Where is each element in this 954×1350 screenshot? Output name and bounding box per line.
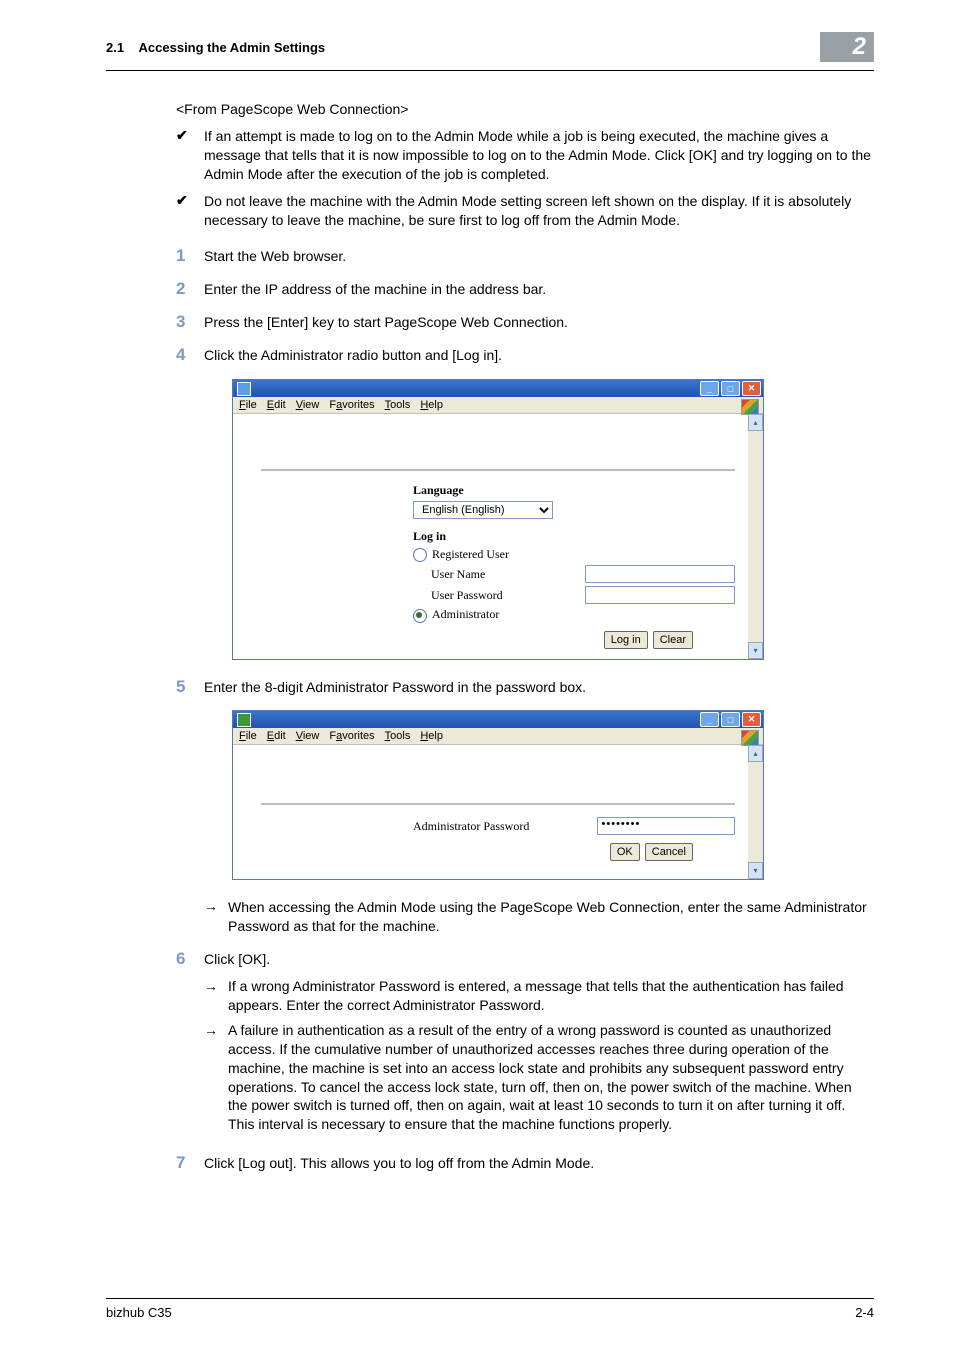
check-icon: ✔ <box>176 192 204 230</box>
step-number: 4 <box>176 346 204 365</box>
bullet-text: If an attempt is made to log on to the A… <box>204 127 874 184</box>
language-select[interactable]: English (English) <box>413 501 553 519</box>
menu-file[interactable]: File <box>239 730 257 742</box>
step-text: Press the [Enter] key to start PageScope… <box>204 313 874 332</box>
browser-window-login: _ □ ✕ File Edit View Favorites Tools Hel… <box>232 379 764 660</box>
intro-line: <From PageScope Web Connection> <box>176 101 874 117</box>
note-text: When accessing the Admin Mode using the … <box>228 898 874 936</box>
bullet-text: Do not leave the machine with the Admin … <box>204 192 874 230</box>
step-text: Click [OK]. <box>204 951 270 967</box>
menu-help[interactable]: Help <box>420 730 443 742</box>
menu-view[interactable]: View <box>296 730 320 742</box>
chapter-badge: 2 <box>820 32 874 62</box>
footer-right: 2-4 <box>855 1305 874 1320</box>
administrator-option[interactable]: Administrator <box>413 607 603 622</box>
clear-button[interactable]: Clear <box>653 631 693 649</box>
arrow-right-icon: → <box>204 898 228 936</box>
minimize-icon[interactable]: _ <box>700 712 719 727</box>
arrow-right-icon: → <box>204 1021 228 1134</box>
scroll-up-icon[interactable]: ▴ <box>748 745 763 762</box>
header-rule <box>106 70 874 71</box>
scrollbar[interactable]: ▴ ▾ <box>748 414 763 659</box>
arrow-right-icon: → <box>204 977 228 1015</box>
note-text: If a wrong Administrator Password is ent… <box>228 977 874 1015</box>
menubar: File Edit View Favorites Tools Help <box>233 728 763 745</box>
menu-view[interactable]: View <box>296 399 320 411</box>
menu-edit[interactable]: Edit <box>267 730 286 742</box>
admin-password-label: Administrator Password <box>413 819 597 834</box>
username-input[interactable] <box>585 565 735 583</box>
menu-file[interactable]: File <box>239 399 257 411</box>
note-text: A failure in authentication as a result … <box>228 1021 874 1134</box>
windows-flag-icon <box>741 730 759 746</box>
step-text: Click [Log out]. This allows you to log … <box>204 1154 874 1173</box>
close-icon[interactable]: ✕ <box>742 712 761 727</box>
step-text: Enter the IP address of the machine in t… <box>204 280 874 299</box>
scroll-down-icon[interactable]: ▾ <box>748 862 763 879</box>
step-number: 1 <box>176 247 204 266</box>
footer-left: bizhub C35 <box>106 1305 172 1320</box>
cancel-button[interactable]: Cancel <box>645 843 693 861</box>
step-text: Start the Web browser. <box>204 247 874 266</box>
language-label: Language <box>413 483 603 498</box>
maximize-icon[interactable]: □ <box>721 381 740 396</box>
username-label: User Name <box>413 567 585 582</box>
close-icon[interactable]: ✕ <box>742 381 761 396</box>
divider <box>261 803 735 805</box>
titlebar: _ □ ✕ <box>233 380 763 397</box>
registered-user-option[interactable]: Registered User <box>413 547 603 562</box>
menu-tools[interactable]: Tools <box>385 399 411 411</box>
menu-help[interactable]: Help <box>420 399 443 411</box>
step-text: Enter the 8-digit Administrator Password… <box>204 678 874 697</box>
login-heading: Log in <box>413 529 603 544</box>
step-number: 2 <box>176 280 204 299</box>
menubar: File Edit View Favorites Tools Help <box>233 397 763 414</box>
step-number: 3 <box>176 313 204 332</box>
minimize-icon[interactable]: _ <box>700 381 719 396</box>
menu-favorites[interactable]: Favorites <box>329 730 374 742</box>
step-text: Click the Administrator radio button and… <box>204 346 874 365</box>
section-header: 2.1 Accessing the Admin Settings <box>106 36 325 55</box>
admin-password-input[interactable]: •••••••• <box>597 817 735 835</box>
app-icon <box>237 713 251 727</box>
ok-button[interactable]: OK <box>610 843 640 861</box>
password-input[interactable] <box>585 586 735 604</box>
password-label: User Password <box>413 588 585 603</box>
windows-flag-icon <box>741 399 759 415</box>
scroll-down-icon[interactable]: ▾ <box>748 642 763 659</box>
divider <box>261 469 735 471</box>
browser-window-password: _ □ ✕ File Edit View Favorites Tools Hel… <box>232 710 764 880</box>
check-icon: ✔ <box>176 127 204 184</box>
step-number: 5 <box>176 678 204 697</box>
radio-unchecked-icon[interactable] <box>413 548 427 562</box>
login-button[interactable]: Log in <box>604 631 648 649</box>
titlebar: _ □ ✕ <box>233 711 763 728</box>
scrollbar[interactable]: ▴ ▾ <box>748 745 763 879</box>
menu-edit[interactable]: Edit <box>267 399 286 411</box>
menu-tools[interactable]: Tools <box>385 730 411 742</box>
maximize-icon[interactable]: □ <box>721 712 740 727</box>
radio-checked-icon[interactable] <box>413 609 427 623</box>
step-number: 7 <box>176 1154 204 1173</box>
app-icon <box>237 382 251 396</box>
footer-rule <box>106 1298 874 1299</box>
menu-favorites[interactable]: Favorites <box>329 399 374 411</box>
scroll-up-icon[interactable]: ▴ <box>748 414 763 431</box>
step-number: 6 <box>176 950 204 1140</box>
